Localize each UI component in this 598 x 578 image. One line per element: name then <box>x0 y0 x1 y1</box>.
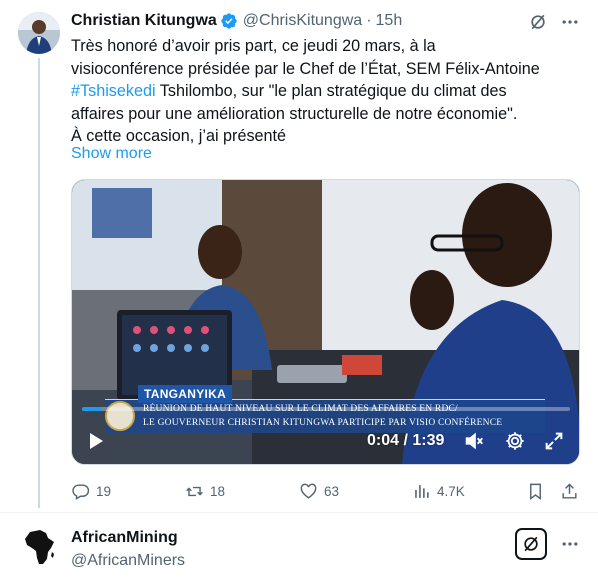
like-button[interactable]: 63 <box>299 480 339 502</box>
video-progress-bar[interactable] <box>82 407 570 411</box>
tweet-text-fragment: Tshilombo, sur "le plan stratégique du c… <box>155 82 507 101</box>
views-button[interactable]: 4.7K <box>412 480 465 502</box>
tweet-text: Très honoré d’avoir pris part, ce jeudi … <box>71 35 581 148</box>
video-progress-fill <box>82 407 102 411</box>
play-icon[interactable] <box>86 431 106 451</box>
repost-button[interactable]: 18 <box>185 480 225 502</box>
thread-line <box>38 58 40 508</box>
more-options-icon[interactable] <box>558 10 582 34</box>
repost-count: 18 <box>210 483 226 499</box>
fullscreen-icon[interactable] <box>543 430 565 452</box>
settings-gear-icon[interactable] <box>504 430 526 452</box>
mute-icon[interactable] <box>463 430 485 452</box>
next-author-handle[interactable]: @AfricanMiners <box>71 552 185 570</box>
tweet-text-line: visioconférence présidée par le Chef de … <box>71 59 540 78</box>
author-handle[interactable]: @ChrisKitungwa <box>243 12 362 30</box>
share-button[interactable] <box>560 480 585 502</box>
repost-icon <box>186 486 203 496</box>
more-options-icon[interactable] <box>558 532 582 556</box>
separator-dot: · <box>366 12 372 29</box>
province-seal-icon <box>105 401 135 431</box>
views-chart-icon <box>415 484 429 498</box>
tweet-header: Christian Kitungwa @ChrisKitungwa · 15h <box>71 10 402 32</box>
timestamp[interactable]: 15h <box>376 12 403 30</box>
africa-map-icon <box>25 530 54 564</box>
africanmining-avatar[interactable] <box>18 526 60 568</box>
video-player[interactable]: RÉUNION DE HAUT NIVEAU SUR LE CLIMAT DES… <box>71 179 580 465</box>
hashtag-link[interactable]: #Tshisekedi <box>71 82 156 100</box>
bookmark-button[interactable] <box>526 480 551 502</box>
author-avatar[interactable] <box>18 12 60 54</box>
tweet[interactable]: Christian Kitungwa @ChrisKitungwa · 15h … <box>0 0 598 510</box>
show-more-link[interactable]: Show more <box>71 145 152 163</box>
reply-button[interactable]: 19 <box>71 480 111 502</box>
news-ticker: RÉUNION DE HAUT NIVEAU SUR LE CLIMAT DES… <box>105 399 545 433</box>
reply-icon <box>72 483 90 500</box>
share-icon <box>562 482 577 499</box>
video-timecode: 0:04 / 1:39 <box>367 432 445 449</box>
reply-count: 19 <box>96 483 112 499</box>
region-label: TANGANYIKA <box>138 385 233 403</box>
tweet-text-line: Très honoré d’avoir pris part, ce jeudi … <box>71 37 436 55</box>
ticker-line-2: LE GOUVERNEUR CHRISTIAN KITUNGWA PARTICI… <box>143 418 503 428</box>
next-tweet[interactable]: AfricanMining @AfricanMiners <box>0 513 598 578</box>
next-author-name[interactable]: AfricanMining <box>71 529 178 547</box>
heart-icon <box>300 483 317 499</box>
like-count: 63 <box>324 483 340 499</box>
grok-icon[interactable] <box>526 10 550 34</box>
bookmark-icon <box>530 483 541 500</box>
author-name[interactable]: Christian Kitungwa <box>71 12 217 30</box>
tweet-text-line: #Tshisekedi Tshilombo, sur "le plan stra… <box>71 80 581 103</box>
grok-icon[interactable] <box>515 528 547 560</box>
view-count: 4.7K <box>437 483 465 499</box>
tweet-text-line: affaires pour une amélioration structure… <box>71 104 518 123</box>
tweet-actions: 19 18 63 4.7K <box>71 480 581 502</box>
verified-badge-icon <box>220 12 238 30</box>
